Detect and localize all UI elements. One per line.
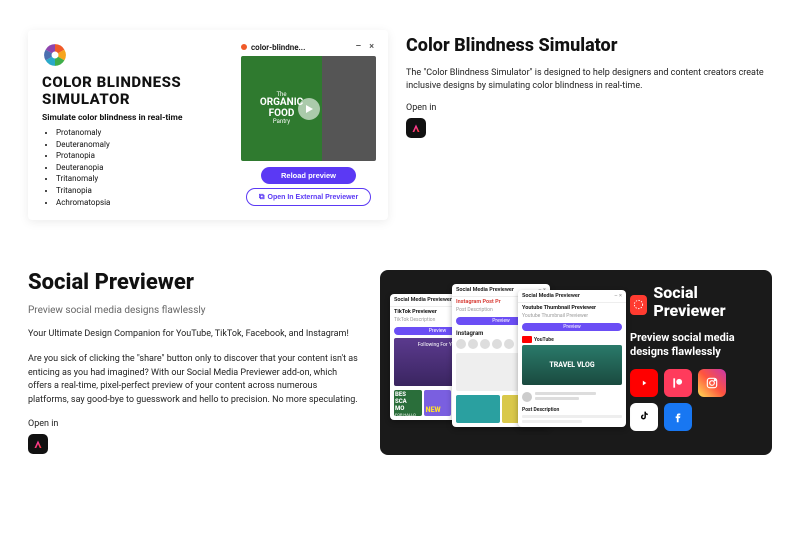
list-item: Tritanomaly	[56, 173, 241, 185]
adobe-express-icon[interactable]	[406, 118, 426, 138]
cbs-description: The "Color Blindness Simulator" is desig…	[406, 67, 772, 93]
cbs-card-left: COLOR BLINDNESS SIMULATOR Simulate color…	[42, 42, 241, 208]
sp-body: Are you sick of clicking the "share" but…	[28, 353, 358, 407]
sp-hero-card: Social Media Previewer– × TikTok Preview…	[380, 270, 772, 455]
sp-brand: Social Previewer	[630, 284, 758, 325]
list-item: Deuteranomaly	[56, 139, 241, 151]
panel-title: color-blindne...	[251, 43, 349, 52]
adobe-express-icon[interactable]	[28, 434, 48, 454]
list-item: Tritanopia	[56, 185, 241, 197]
cbs-info: Color Blindness Simulator The "Color Bli…	[406, 30, 772, 220]
facebook-icon[interactable]	[664, 403, 692, 431]
cbs-title: Color Blindness Simulator	[406, 36, 772, 57]
open-external-button[interactable]: ⧉ Open In External Previewer	[246, 188, 370, 206]
sp-tagline: Preview social media designs flawlessly	[28, 305, 358, 316]
sp-hero-info: Social Previewer Preview social media de…	[630, 284, 758, 441]
sp-hero-title: Social Previewer	[653, 284, 758, 319]
color-blindness-section: COLOR BLINDNESS SIMULATOR Simulate color…	[28, 30, 772, 220]
cbs-card: COLOR BLINDNESS SIMULATOR Simulate color…	[28, 30, 388, 220]
preview-canvas[interactable]: The ORGANIC FOOD Pantry	[241, 56, 376, 161]
social-previewer-section: Social Previewer Preview social media de…	[28, 270, 772, 455]
list-item: Protanomaly	[56, 127, 241, 139]
close-icon[interactable]: ×	[367, 42, 376, 52]
instagram-icon[interactable]	[698, 369, 726, 397]
cbs-types-list: Protanomaly Deuteranomaly Protanopia Deu…	[42, 127, 241, 208]
list-item: Protanopia	[56, 150, 241, 162]
list-item: Achromatopsia	[56, 197, 241, 209]
cbs-subtitle: Simulate color blindness in real-time	[42, 113, 241, 123]
mock-stack: Social Media Previewer– × TikTok Preview…	[390, 284, 620, 441]
panel-header: color-blindne... – ×	[241, 42, 376, 56]
tiktok-icon[interactable]	[630, 403, 658, 431]
open-in-label: Open in	[406, 103, 772, 113]
sp-lead: Your Ultimate Design Companion for YouTu…	[28, 328, 358, 341]
external-link-icon: ⧉	[259, 192, 265, 202]
play-icon[interactable]	[298, 98, 320, 120]
sp-hero-sub: Preview social media designs flawlessly	[630, 331, 758, 359]
mock-youtube: Social Media Previewer– × Youtube Thumbn…	[518, 290, 626, 427]
preview-simulated	[322, 56, 376, 161]
sp-title: Social Previewer	[28, 270, 358, 295]
open-external-label: Open In External Previewer	[268, 194, 359, 201]
youtube-icon[interactable]	[630, 369, 658, 397]
sp-info-column: Social Previewer Preview social media de…	[28, 270, 358, 455]
social-icons	[630, 369, 758, 431]
list-item: Deuteranopia	[56, 162, 241, 174]
reload-preview-button[interactable]: Reload preview	[261, 167, 356, 184]
minimize-icon[interactable]: –	[353, 42, 363, 52]
open-in-label: Open in	[28, 419, 358, 429]
cbs-preview-panel: color-blindne... – × The ORGANIC FOOD Pa…	[241, 42, 376, 208]
aperture-icon	[42, 42, 68, 68]
patreon-icon[interactable]	[664, 369, 692, 397]
previewer-app-icon	[630, 295, 647, 315]
cbs-card-title: COLOR BLINDNESS SIMULATOR	[42, 74, 241, 107]
addon-dot-icon	[241, 44, 247, 50]
